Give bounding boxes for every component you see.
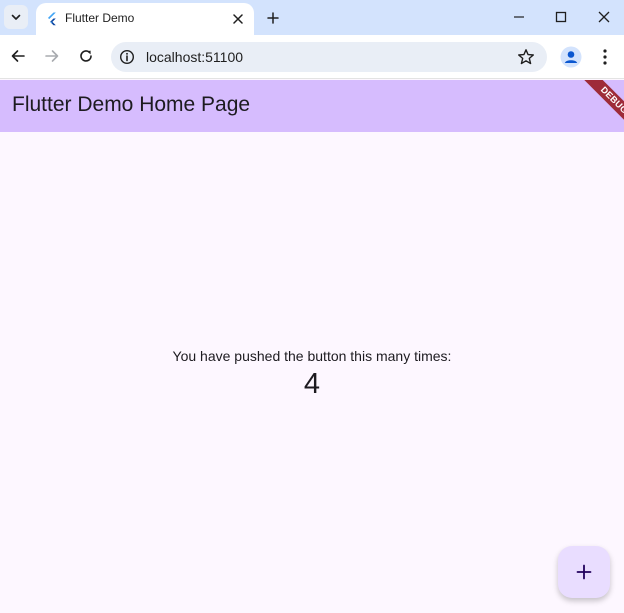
- minimize-icon: [514, 16, 524, 18]
- profile-button[interactable]: [559, 45, 583, 69]
- app-bar: Flutter Demo Home Page DEBUG: [0, 80, 624, 132]
- browser-tabstrip: Flutter Demo: [0, 0, 624, 35]
- counter-value: 4: [303, 368, 321, 400]
- chevron-down-icon: [11, 14, 21, 20]
- url-text[interactable]: localhost:51100: [146, 49, 243, 65]
- avatar-icon: [560, 46, 582, 68]
- browser-menu-button[interactable]: [596, 45, 614, 69]
- flutter-logo-icon: [48, 12, 56, 26]
- more-vertical-icon: [603, 49, 607, 65]
- plus-icon: [576, 564, 592, 580]
- app-body: You have pushed the button this many tim…: [0, 132, 624, 613]
- forward-button[interactable]: [41, 45, 63, 67]
- maximize-icon: [555, 11, 567, 23]
- arrow-left-icon: [11, 50, 25, 62]
- new-tab-button[interactable]: [262, 7, 284, 29]
- close-icon: [233, 14, 243, 24]
- arrow-right-icon: [45, 50, 59, 62]
- increment-button[interactable]: [558, 546, 610, 598]
- close-icon: [598, 11, 610, 23]
- browser-toolbar: localhost:51100: [0, 35, 624, 79]
- reload-button[interactable]: [75, 45, 97, 67]
- minimize-button[interactable]: [507, 6, 531, 28]
- tab-close-button[interactable]: [230, 11, 246, 27]
- star-icon[interactable]: [517, 48, 535, 66]
- window-close-button[interactable]: [592, 6, 616, 28]
- back-button[interactable]: [7, 45, 29, 67]
- debug-label: DEBUG: [581, 80, 624, 132]
- browser-tab-active[interactable]: Flutter Demo: [36, 3, 254, 35]
- debug-banner: DEBUG: [572, 80, 624, 132]
- tab-title: Flutter Demo: [65, 11, 135, 25]
- reload-icon: [80, 50, 92, 62]
- plus-icon: [267, 12, 279, 24]
- counter-label: You have pushed the button this many tim…: [172, 348, 452, 364]
- tab-search-button[interactable]: [4, 5, 28, 29]
- info-icon[interactable]: [119, 49, 135, 65]
- maximize-button[interactable]: [549, 6, 573, 28]
- page-title: Flutter Demo Home Page: [12, 93, 251, 116]
- address-bar[interactable]: localhost:51100: [111, 42, 547, 72]
